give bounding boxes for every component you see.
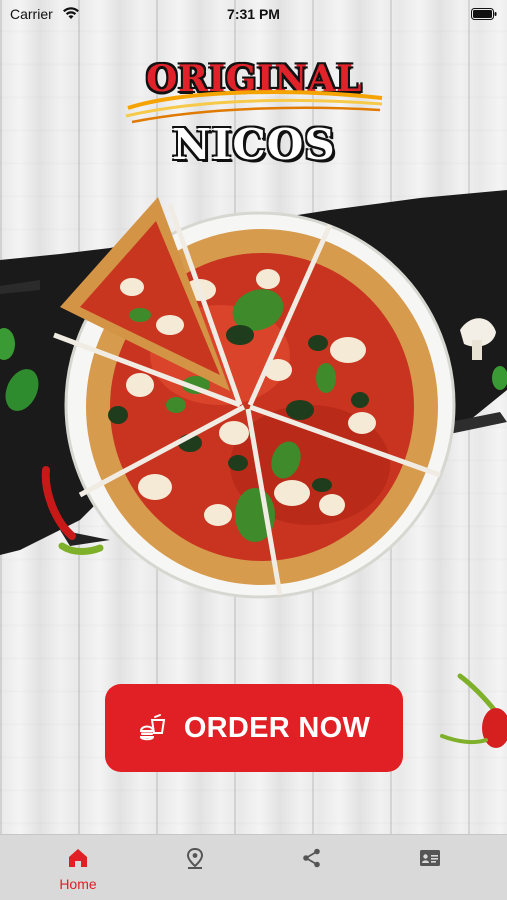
contact-card-icon bbox=[420, 850, 440, 866]
battery-icon bbox=[471, 8, 497, 20]
order-now-button[interactable]: ORDER NOW bbox=[105, 684, 403, 772]
share-icon bbox=[303, 848, 320, 868]
home-icon bbox=[69, 849, 87, 867]
logo-swoosh bbox=[125, 90, 383, 124]
tab-home-label: Home bbox=[59, 876, 97, 892]
clock: 7:31 PM bbox=[227, 6, 280, 22]
location-pin-icon bbox=[186, 847, 204, 869]
tab-contact[interactable] bbox=[370, 835, 490, 900]
pizza-image bbox=[53, 197, 456, 599]
tab-share[interactable] bbox=[252, 835, 372, 900]
logo-line-nicos: NICOS bbox=[172, 120, 336, 169]
tab-home[interactable]: Home bbox=[18, 835, 138, 900]
restaurant-logo: ORIGINAL NICOS bbox=[118, 56, 390, 180]
bottom-tab-bar: Home bbox=[0, 834, 507, 900]
food-icon bbox=[139, 714, 165, 741]
order-now-label: ORDER NOW bbox=[183, 711, 371, 744]
status-bar: Carrier 7:31 PM bbox=[0, 0, 507, 28]
chili-decoration bbox=[440, 673, 507, 748]
tab-location[interactable] bbox=[135, 835, 255, 900]
